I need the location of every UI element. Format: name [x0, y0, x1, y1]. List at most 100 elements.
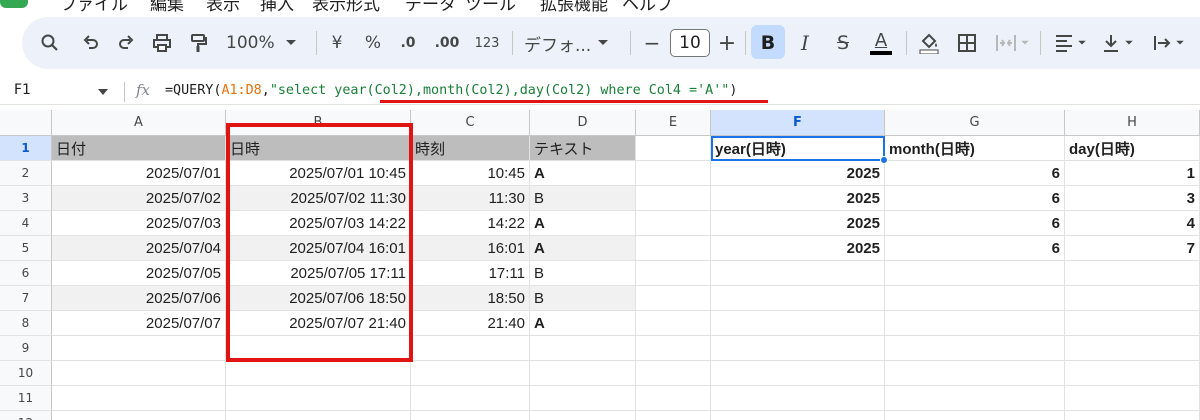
- cell-a5[interactable]: 2025/07/04: [52, 236, 226, 261]
- row-header-8[interactable]: 8: [0, 311, 52, 336]
- cell-b11[interactable]: [226, 386, 411, 411]
- cell-g11[interactable]: [885, 386, 1065, 411]
- cell-h11[interactable]: [1065, 386, 1200, 411]
- cell-a6[interactable]: 2025/07/05: [52, 261, 226, 286]
- cell-a2[interactable]: 2025/07/01: [52, 161, 226, 186]
- cell-g2[interactable]: 6: [885, 161, 1065, 186]
- cell-f5[interactable]: 2025: [711, 236, 885, 261]
- cell-b4[interactable]: 2025/07/03 14:22: [226, 211, 411, 236]
- cell-h3[interactable]: 3: [1065, 186, 1200, 211]
- vertical-align-button[interactable]: [1096, 26, 1138, 60]
- cell-d10[interactable]: [530, 361, 636, 386]
- column-header-c[interactable]: C: [411, 110, 530, 136]
- cell-a12[interactable]: [52, 411, 226, 420]
- cell-d2[interactable]: A: [530, 161, 636, 186]
- cell-d4[interactable]: A: [530, 211, 636, 236]
- cell-g8[interactable]: [885, 311, 1065, 336]
- cell-f6[interactable]: [711, 261, 885, 286]
- cell-c12[interactable]: [411, 411, 530, 420]
- cell-f9[interactable]: [711, 336, 885, 361]
- cell-h4[interactable]: 4: [1065, 211, 1200, 236]
- cell-e11[interactable]: [636, 386, 711, 411]
- strikethrough-button[interactable]: S: [830, 26, 856, 60]
- cell-d7[interactable]: B: [530, 286, 636, 311]
- column-header-e[interactable]: E: [636, 110, 711, 136]
- column-header-f[interactable]: F: [711, 110, 885, 136]
- cell-c2[interactable]: 10:45: [411, 161, 530, 186]
- cell-e9[interactable]: [636, 336, 711, 361]
- cell-e8[interactable]: [636, 311, 711, 336]
- cell-b2[interactable]: 2025/07/01 10:45: [226, 161, 411, 186]
- text-color-button[interactable]: A: [866, 26, 896, 60]
- cell-f11[interactable]: [711, 386, 885, 411]
- cell-f1[interactable]: year(日時): [711, 136, 885, 161]
- row-header-1[interactable]: 1: [0, 136, 52, 161]
- cell-a11[interactable]: [52, 386, 226, 411]
- fill-color-button[interactable]: [914, 26, 944, 60]
- cell-g12[interactable]: [885, 411, 1065, 420]
- cell-b3[interactable]: 2025/07/02 11:30: [226, 186, 411, 211]
- search-menus-button[interactable]: [36, 26, 64, 60]
- cell-f10[interactable]: [711, 361, 885, 386]
- menu-help[interactable]: ヘルプ: [622, 0, 673, 14]
- cell-e2[interactable]: [636, 161, 711, 186]
- redo-button[interactable]: [112, 26, 140, 60]
- cell-g6[interactable]: [885, 261, 1065, 286]
- cell-h7[interactable]: [1065, 286, 1200, 311]
- cell-d5[interactable]: A: [530, 236, 636, 261]
- column-header-g[interactable]: G: [885, 110, 1065, 136]
- cell-c1[interactable]: 時刻: [411, 136, 530, 161]
- cell-d3[interactable]: B: [530, 186, 636, 211]
- increase-decimal-button[interactable]: .00: [432, 26, 462, 60]
- cell-f8[interactable]: [711, 311, 885, 336]
- cell-f7[interactable]: [711, 286, 885, 311]
- more-formats-button[interactable]: 123: [472, 26, 502, 60]
- horizontal-align-button[interactable]: [1050, 26, 1090, 60]
- cell-c3[interactable]: 11:30: [411, 186, 530, 211]
- cell-h1[interactable]: day(日時): [1065, 136, 1200, 161]
- cell-c11[interactable]: [411, 386, 530, 411]
- cell-e5[interactable]: [636, 236, 711, 261]
- cell-b7[interactable]: 2025/07/06 18:50: [226, 286, 411, 311]
- cell-h8[interactable]: [1065, 311, 1200, 336]
- cell-b5[interactable]: 2025/07/04 16:01: [226, 236, 411, 261]
- increase-font-size-button[interactable]: +: [716, 26, 738, 60]
- column-header-h[interactable]: H: [1065, 110, 1200, 136]
- row-header-10[interactable]: 10: [0, 361, 52, 386]
- cell-d6[interactable]: B: [530, 261, 636, 286]
- cell-e4[interactable]: [636, 211, 711, 236]
- formula-input[interactable]: =QUERY(A1:D8,"select year(Col2),month(Co…: [165, 83, 737, 98]
- cell-e3[interactable]: [636, 186, 711, 211]
- paint-format-button[interactable]: [184, 26, 212, 60]
- cell-d9[interactable]: [530, 336, 636, 361]
- cell-h9[interactable]: [1065, 336, 1200, 361]
- cell-a3[interactable]: 2025/07/02: [52, 186, 226, 211]
- cell-e7[interactable]: [636, 286, 711, 311]
- cell-b8[interactable]: 2025/07/07 21:40: [226, 311, 411, 336]
- menu-insert[interactable]: 挿入: [260, 0, 294, 14]
- column-header-b[interactable]: B: [226, 110, 411, 136]
- borders-button[interactable]: [952, 26, 982, 60]
- italic-button[interactable]: I: [792, 26, 818, 60]
- cell-c4[interactable]: 14:22: [411, 211, 530, 236]
- cell-d8[interactable]: A: [530, 311, 636, 336]
- percent-button[interactable]: %: [362, 26, 384, 60]
- cell-a8[interactable]: 2025/07/07: [52, 311, 226, 336]
- menu-edit[interactable]: 編集: [150, 0, 184, 14]
- cell-e10[interactable]: [636, 361, 711, 386]
- font-select[interactable]: デフォ...: [524, 26, 620, 60]
- cell-g3[interactable]: 6: [885, 186, 1065, 211]
- cell-g9[interactable]: [885, 336, 1065, 361]
- cell-c8[interactable]: 21:40: [411, 311, 530, 336]
- cell-g10[interactable]: [885, 361, 1065, 386]
- menu-extensions[interactable]: 拡張機能: [540, 0, 608, 14]
- font-size-input[interactable]: 10: [670, 29, 710, 57]
- cell-h5[interactable]: 7: [1065, 236, 1200, 261]
- row-header-12[interactable]: 12: [0, 411, 52, 420]
- row-header-3[interactable]: 3: [0, 186, 52, 211]
- cell-f3[interactable]: 2025: [711, 186, 885, 211]
- cell-b6[interactable]: 2025/07/05 17:11: [226, 261, 411, 286]
- cell-d12[interactable]: [530, 411, 636, 420]
- cell-f2[interactable]: 2025: [711, 161, 885, 186]
- row-header-11[interactable]: 11: [0, 386, 52, 411]
